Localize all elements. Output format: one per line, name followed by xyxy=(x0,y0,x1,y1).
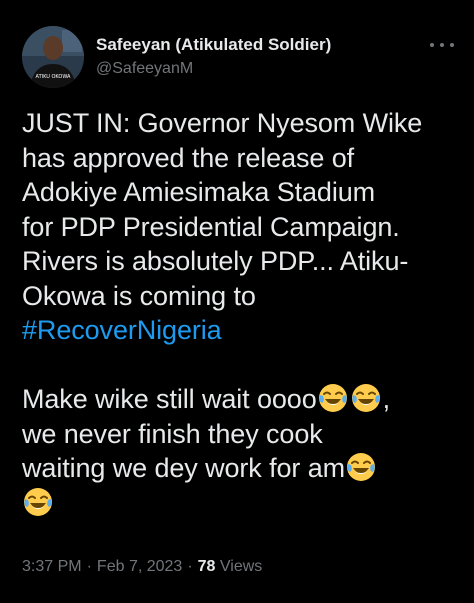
tweet-text-line xyxy=(22,486,462,521)
face-with-tears-of-joy-icon xyxy=(22,486,54,518)
svg-text:ATIKU OKOWA: ATIKU OKOWA xyxy=(36,74,72,80)
tweet-text-line: we never finish they cook xyxy=(22,418,323,449)
author-handle[interactable]: @SafeeyanM xyxy=(96,58,331,80)
meta-separator: · xyxy=(86,558,92,575)
hashtag-link[interactable]: #RecoverNigeria xyxy=(22,315,222,345)
tweet-text-fragment: Make wike still wait oooo xyxy=(22,384,317,414)
avatar[interactable]: ATIKU OKOWA xyxy=(22,26,84,88)
views-count[interactable]: 78 xyxy=(198,558,216,575)
more-dot xyxy=(440,43,444,47)
tweet-time[interactable]: 3:37 PM xyxy=(22,558,82,575)
tweet-text-line: Okowa is coming to xyxy=(22,280,256,311)
more-horizontal-icon[interactable] xyxy=(430,36,454,54)
tweet-text-fragment: , xyxy=(382,384,391,414)
avatar-image: ATIKU OKOWA xyxy=(22,26,84,88)
hashtag-line: #RecoverNigeria xyxy=(22,313,462,348)
tweet-text-line: Make wike still wait oooo, xyxy=(22,382,462,417)
tweet-text-fragment: waiting we dey work for am xyxy=(22,453,346,483)
author-names: Safeeyan (Atikulated Soldier) @SafeeyanM xyxy=(96,34,331,80)
views-label[interactable]: Views xyxy=(220,558,262,575)
tweet-text-line: waiting we dey work for am xyxy=(22,451,462,486)
tweet-text: JUST IN: Governor Nyesom Wike has approv… xyxy=(22,106,462,520)
author-display-name[interactable]: Safeeyan (Atikulated Soldier) xyxy=(96,34,331,56)
tweet-text-line: Rivers is absolutely PDP... Atiku- xyxy=(22,246,409,276)
tweet-text-line: has approved the release of xyxy=(22,142,355,173)
tweet-text-line: Adokiye Amiesimaka Stadium xyxy=(22,177,376,207)
tweet-meta: 3:37 PM · Feb 7, 2023 · 78 Views xyxy=(22,557,262,577)
face-with-tears-of-joy-icon xyxy=(345,451,377,483)
face-with-tears-of-joy-icon xyxy=(317,382,349,414)
more-dot xyxy=(430,43,434,47)
tweet-text-line: for PDP Presidential Campaign. xyxy=(22,211,400,242)
more-dot xyxy=(450,43,454,47)
tweet-text-line: JUST IN: Governor Nyesom Wike xyxy=(22,108,423,138)
tweet-date[interactable]: Feb 7, 2023 xyxy=(97,558,182,575)
meta-separator: · xyxy=(187,558,193,575)
face-with-tears-of-joy-icon xyxy=(350,382,382,414)
tweet-header: ATIKU OKOWA Safeeyan (Atikulated Soldier… xyxy=(22,26,462,90)
tweet: ATIKU OKOWA Safeeyan (Atikulated Soldier… xyxy=(0,0,474,603)
